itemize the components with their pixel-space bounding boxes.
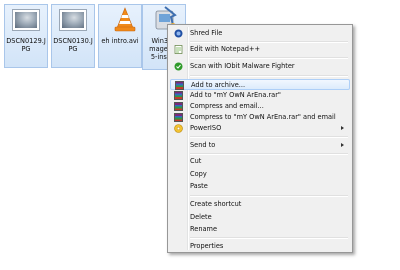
menu-item-send-to[interactable]: Send to xyxy=(170,140,350,151)
context-menu: Shred File Edit with Notepad++ Scan with… xyxy=(167,24,353,253)
desktop-file-eh-intro[interactable]: eh intro.avi xyxy=(98,4,142,68)
shred-icon xyxy=(174,29,183,38)
submenu-arrow-icon xyxy=(341,126,344,130)
menu-item-poweriso[interactable]: PowerISO xyxy=(170,123,350,134)
menu-separator xyxy=(190,75,348,77)
menu-item-add-to-archive[interactable]: Add to archive... xyxy=(170,79,350,90)
menu-separator xyxy=(190,153,348,155)
menu-item-shred-file[interactable]: Shred File xyxy=(170,28,350,39)
menu-item-compress-email[interactable]: Compress and email... xyxy=(170,101,350,112)
menu-separator xyxy=(190,136,348,138)
menu-item-paste[interactable]: Paste xyxy=(170,181,350,192)
poweriso-icon xyxy=(174,124,183,133)
photo-thumbnail-icon xyxy=(12,9,40,31)
file-name: eh intro.avi xyxy=(101,37,139,45)
menu-item-cut[interactable]: Cut xyxy=(170,156,350,167)
menu-item-properties[interactable]: Properties xyxy=(170,241,350,252)
winrar-icon xyxy=(174,91,183,100)
menu-item-create-shortcut[interactable]: Create shortcut xyxy=(170,199,350,210)
menu-item-add-to-rar[interactable]: Add to "mY OwN ArEna.rar" xyxy=(170,90,350,101)
iobit-shield-icon xyxy=(174,62,183,71)
menu-item-scan-iobit[interactable]: Scan with IObit Malware Fighter xyxy=(170,61,350,72)
vlc-cone-icon xyxy=(114,7,136,32)
photo-thumbnail-icon xyxy=(59,9,87,31)
winrar-icon xyxy=(174,113,183,122)
notepad-plus-plus-icon xyxy=(174,45,183,54)
desktop-file-dscn0130[interactable]: DSCN0130.J PG xyxy=(51,4,95,68)
menu-item-compress-to-rar-email[interactable]: Compress to "mY OwN ArEna.rar" and email xyxy=(170,112,350,123)
file-name: DSCN0130.J PG xyxy=(53,37,93,53)
menu-separator xyxy=(190,195,348,197)
file-name: DSCN0129.J PG xyxy=(6,37,46,53)
menu-separator xyxy=(190,41,348,43)
desktop-file-dscn0129[interactable]: DSCN0129.J PG xyxy=(4,4,48,68)
winrar-icon xyxy=(175,81,184,90)
submenu-arrow-icon xyxy=(341,143,344,147)
winrar-icon xyxy=(174,102,183,111)
menu-separator xyxy=(190,57,348,59)
menu-item-edit-notepad[interactable]: Edit with Notepad++ xyxy=(170,44,350,55)
menu-item-rename[interactable]: Rename xyxy=(170,224,350,235)
menu-item-delete[interactable]: Delete xyxy=(170,212,350,223)
menu-item-copy[interactable]: Copy xyxy=(170,169,350,180)
menu-separator xyxy=(190,237,348,239)
